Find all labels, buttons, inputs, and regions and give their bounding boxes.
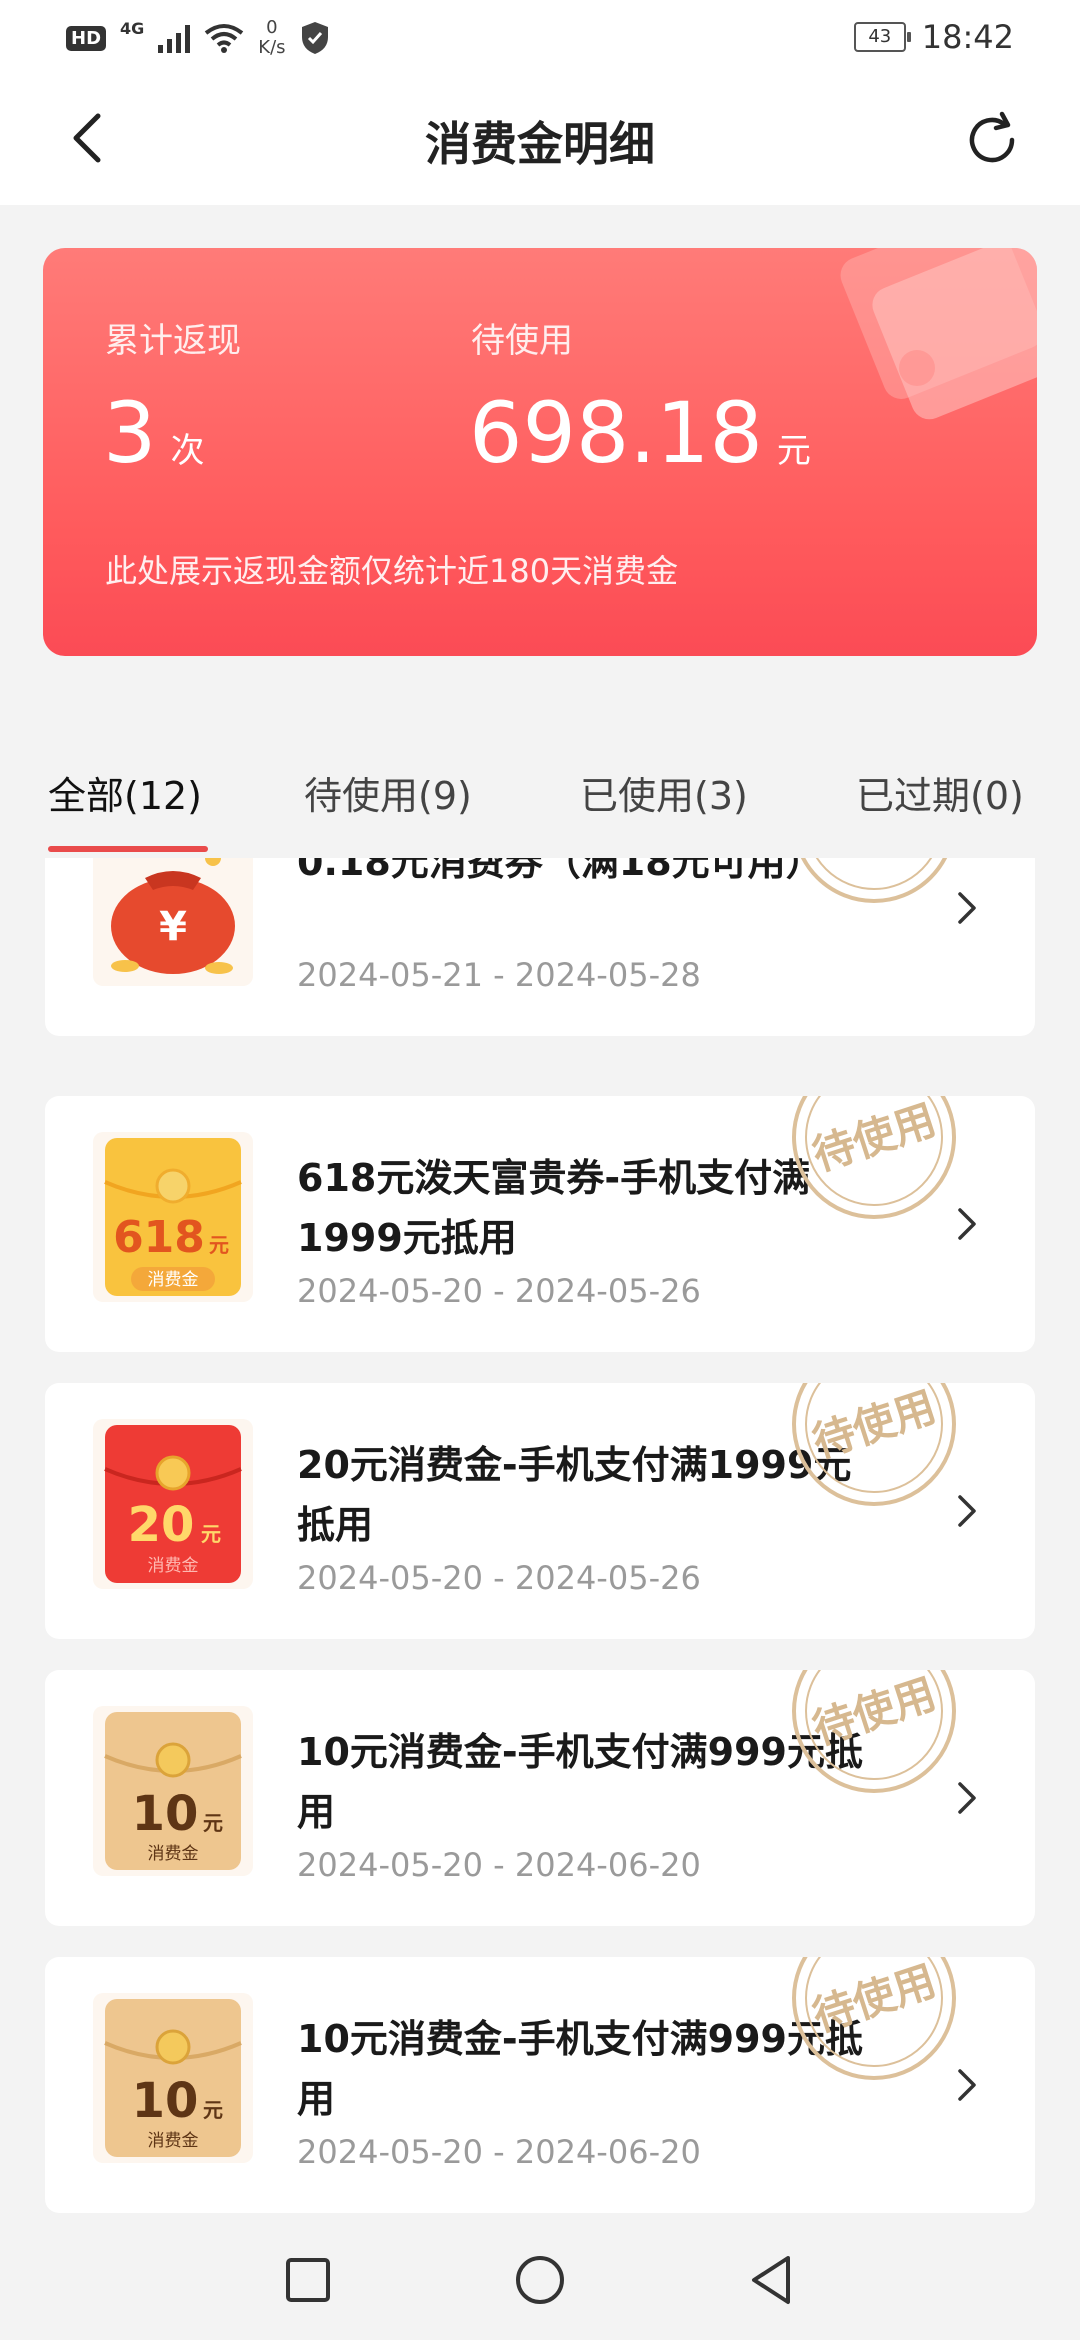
square-icon[interactable] (278, 2250, 338, 2310)
voucher-dates: 2024-05-21 - 2024-05-28 (297, 956, 701, 994)
pending-stat: 698.18 元 (469, 388, 811, 496)
list-item[interactable]: 10 元 消费金 10元消费金-手机支付满999元抵用 2024-05-20 -… (45, 1957, 1035, 2213)
network-speed: 0 K/s (258, 18, 285, 58)
money-bag-icon: ¥ (93, 858, 253, 986)
tan-envelope-icon: 10 元 消费金 (93, 1706, 253, 1876)
clock: 18:42 (921, 18, 1014, 56)
battery-level: 43 (868, 26, 892, 47)
stamp-icon: 待使用 (792, 1957, 956, 2080)
envelope-unit: 元 (209, 1233, 229, 1257)
envelope-caption: 消费金 (148, 1844, 199, 1864)
envelope-unit: 元 (203, 1811, 223, 1835)
refresh-icon[interactable] (964, 110, 1024, 170)
signal-icon (158, 23, 191, 53)
voucher-dates: 2024-05-20 - 2024-06-20 (297, 2133, 701, 2171)
hd-badge: HD (66, 25, 107, 51)
filter-tabs: 全部(12) 待使用(9) 已使用(3) 已过期(0) (0, 765, 1080, 857)
cashback-unit: 次 (170, 431, 205, 471)
list-item[interactable]: 20 元 消费金 20元消费金-手机支付满1999元抵用 2024-05-20 … (45, 1383, 1035, 1639)
status-right: 43 18:42 (853, 18, 1014, 56)
money-bag-symbol: ¥ (159, 904, 187, 950)
tab-expired[interactable]: 已过期(0) (856, 765, 1024, 820)
speed-unit: K/s (258, 37, 286, 58)
status-left: HD 4G 0 K/s (66, 18, 330, 58)
envelope-amount: 618 (113, 1212, 205, 1263)
app-header: 消费金明细 (0, 80, 1080, 205)
stamp-icon: 待使用 (800, 858, 948, 903)
red-envelope-icon: 20 元 消费金 (93, 1419, 253, 1589)
stamp-text: 待使用 (807, 1383, 942, 1467)
ticket-decoration-icon (840, 248, 1037, 420)
speed-value: 0 (266, 17, 278, 38)
shield-check-icon (301, 22, 328, 54)
envelope-amount: 10 (132, 1786, 199, 1842)
envelope-amount: 10 (132, 2073, 199, 2129)
tab-pending[interactable]: 待使用(9) (304, 765, 472, 820)
envelope-amount: 20 (128, 1497, 195, 1553)
envelope-caption: 消费金 (148, 2131, 199, 2151)
cashback-value: 3 (103, 384, 157, 482)
summary-note: 此处展示返现金额仅统计近180天消费金 (105, 552, 679, 590)
wifi-icon (205, 24, 244, 53)
system-nav-bar (0, 2220, 1080, 2340)
list-item[interactable]: 10 元 消费金 10元消费金-手机支付满999元抵用 2024-05-20 -… (45, 1670, 1035, 1926)
circle-icon[interactable] (510, 2250, 570, 2310)
summary-card: 累计返现 3次 待使用 698.18 元 此处展示返现金额仅统计近180天消费金 (43, 248, 1037, 656)
pending-label: 待使用 (471, 321, 573, 361)
stamp-text: 待使用 (807, 1096, 942, 1180)
cashback-stat: 3次 (103, 388, 204, 496)
stamp-icon: 待使用 (792, 1670, 956, 1793)
network-type: 4G (120, 18, 145, 38)
stamp-icon: 待使用 (792, 1096, 956, 1219)
voucher-dates: 2024-05-20 - 2024-06-20 (297, 1846, 701, 1884)
voucher-dates: 2024-05-20 - 2024-05-26 (297, 1272, 701, 1310)
page-title: 消费金明细 (425, 117, 655, 171)
envelope-unit: 元 (203, 2098, 223, 2122)
stamp-text: 待使用 (807, 858, 942, 864)
stamp-text: 待使用 (807, 1670, 942, 1754)
triangle-back-icon[interactable] (742, 2250, 802, 2310)
battery-icon: 43 (853, 22, 911, 52)
list-item[interactable]: 618 元 消费金 618元泼天富贵券-手机支付满1999元抵用 2024-05… (45, 1096, 1035, 1352)
cashback-label: 累计返现 (105, 321, 241, 361)
envelope-caption: 消费金 (148, 1270, 199, 1290)
tab-indicator (48, 846, 208, 852)
voucher-list: ¥ 0.18元消费券（满18元可用） 2024-05-21 - 2024-05-… (0, 858, 1080, 2220)
gold-envelope-icon: 618 元 消费金 (93, 1132, 253, 1302)
tan-envelope-icon: 10 元 消费金 (93, 1993, 253, 2163)
stamp-icon: 待使用 (792, 1383, 956, 1506)
status-bar: HD 4G 0 K/s 43 18:42 (0, 0, 1080, 80)
envelope-unit: 元 (201, 1522, 221, 1546)
tab-all[interactable]: 全部(12) (48, 765, 202, 820)
stamp-text: 待使用 (807, 1957, 942, 2041)
list-item[interactable]: ¥ 0.18元消费券（满18元可用） 2024-05-21 - 2024-05-… (45, 858, 1035, 1036)
tab-used[interactable]: 已使用(3) (580, 765, 748, 820)
voucher-dates: 2024-05-20 - 2024-05-26 (297, 1559, 701, 1597)
pending-value: 698.18 (469, 384, 763, 482)
pending-unit: 元 (776, 431, 811, 471)
envelope-caption: 消费金 (148, 1556, 199, 1576)
